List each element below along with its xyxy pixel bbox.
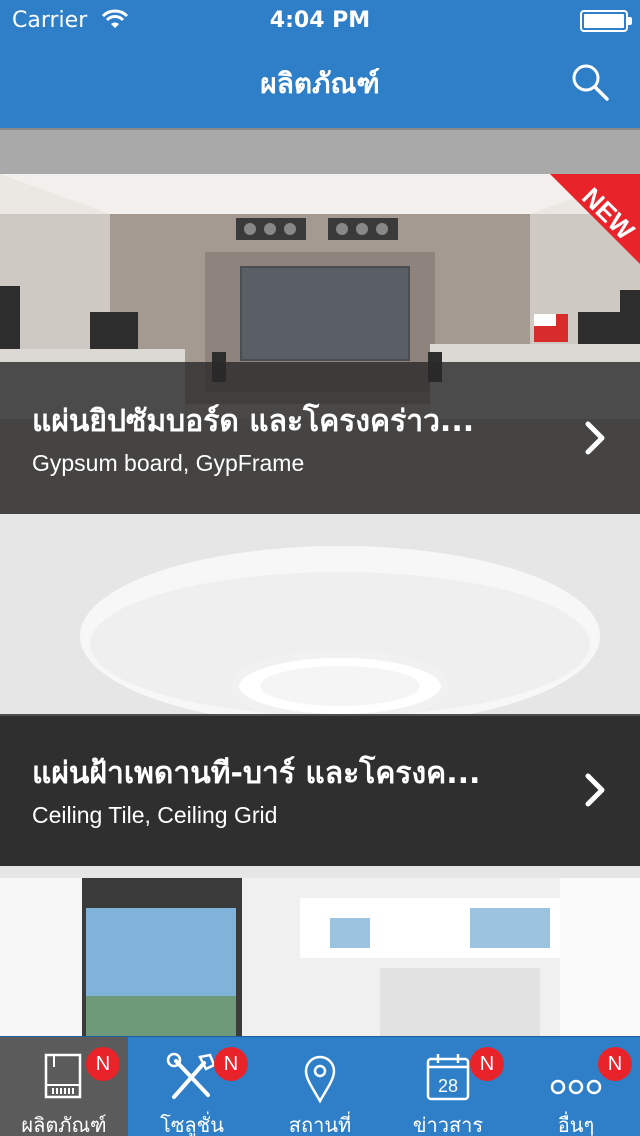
notification-badge: N xyxy=(598,1047,632,1081)
tab-solutions[interactable]: N โซลูชั่น xyxy=(128,1037,256,1136)
clock: 4:04 PM xyxy=(269,8,371,33)
status-bar: Carrier 4:04 PM xyxy=(0,0,640,40)
tab-label: อื่นๆ xyxy=(557,1113,595,1136)
battery-icon xyxy=(580,10,632,32)
tab-label: ข่าวสาร xyxy=(412,1113,484,1136)
list-header-spacer xyxy=(0,128,640,174)
product-card-ceiling[interactable]: แผ่นฝ้าเพดานที-บาร์ และโครงค... Ceiling … xyxy=(0,526,640,866)
card-subtitle: Ceiling Tile, Ceiling Grid xyxy=(32,802,278,828)
top-bar: Carrier 4:04 PM ผลิตภัณฑ์ xyxy=(0,0,640,128)
tab-label: โซลูชั่น xyxy=(160,1113,224,1136)
product-card-partition[interactable] xyxy=(0,878,640,1036)
tab-more[interactable]: N อื่นๆ xyxy=(512,1037,640,1136)
product-image-interior xyxy=(0,878,640,1036)
chevron-right-icon xyxy=(585,773,605,807)
notification-badge: N xyxy=(86,1047,120,1081)
card-subtitle: Gypsum board, GypFrame xyxy=(32,450,305,476)
card-title: แผ่นฝ้าเพดานที-บาร์ และโครงค... xyxy=(32,756,481,791)
product-card-gypsum[interactable]: NEW แผ่นยิปซัมบอร์ด และโครงคร่าว... Gyps… xyxy=(0,174,640,514)
search-icon[interactable] xyxy=(570,62,610,102)
product-catalog-icon xyxy=(44,1053,82,1099)
notification-badge: N xyxy=(214,1047,248,1081)
tab-bar: N ผลิตภัณฑ์ N โซลูชั่น สถานที่ 28 N ข่าว… xyxy=(0,1036,640,1136)
tab-locations[interactable]: สถานที่ xyxy=(256,1037,384,1136)
page-title: ผลิตภัณฑ์ xyxy=(260,67,380,100)
tab-news[interactable]: 28 N ข่าวสาร xyxy=(384,1037,512,1136)
more-icon xyxy=(550,1079,602,1095)
new-badge: NEW xyxy=(550,174,640,264)
card-caption: แผ่นยิปซัมบอร์ด และโครงคร่าว... Gypsum b… xyxy=(0,362,640,514)
calendar-day: 28 xyxy=(438,1076,458,1096)
location-pin-icon xyxy=(304,1055,336,1104)
tools-icon xyxy=(166,1052,216,1099)
calendar-icon: 28 xyxy=(426,1054,470,1101)
card-title: แผ่นยิปซัมบอร์ด และโครงคร่าว... xyxy=(32,404,475,439)
tab-products[interactable]: N ผลิตภัณฑ์ xyxy=(0,1037,128,1136)
tab-label: ผลิตภัณฑ์ xyxy=(21,1113,107,1136)
card-caption: แผ่นฝ้าเพดานที-บาร์ และโครงค... Ceiling … xyxy=(0,714,640,866)
tab-label: สถานที่ xyxy=(288,1113,352,1136)
notification-badge: N xyxy=(470,1047,504,1081)
chevron-right-icon xyxy=(585,421,605,455)
